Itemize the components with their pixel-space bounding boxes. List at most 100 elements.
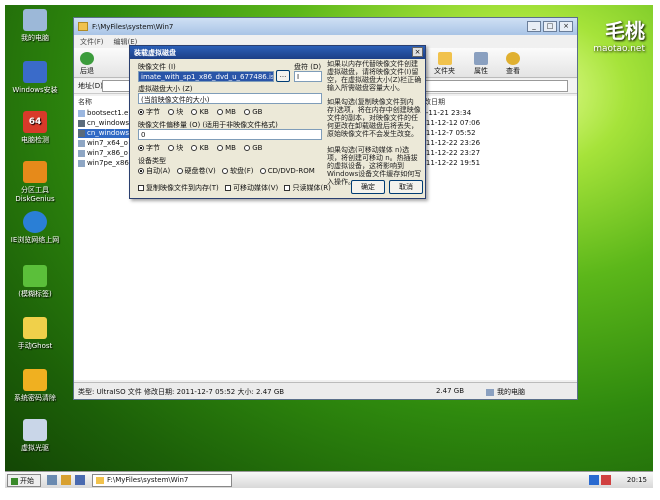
unit-mb[interactable]: MB (217, 108, 236, 116)
file-row[interactable]: win7_x86_o (78, 149, 128, 158)
file-row[interactable]: win7pe_x86 (78, 159, 129, 168)
status-location: 我的电脑 (486, 387, 525, 397)
watermark-brand: 毛桃 (605, 19, 645, 43)
desktop: 毛桃 maotao.net 我的电脑 Windows安装 64 电脑检测 分区工… (5, 5, 653, 488)
quicklaunch-icon[interactable] (61, 475, 71, 485)
ghost-icon (23, 317, 47, 339)
quicklaunch-icon[interactable] (47, 475, 57, 485)
file-row[interactable]: bootsect1.e (78, 109, 128, 118)
help-text-memory: 如果以内存代替映像文件创建虚拟磁盘，请将映像文件(I)留空，在虚拟磁盘大小(Z)… (327, 60, 422, 92)
iso-icon (78, 129, 85, 137)
taskbar: 开始 F:\MyFiles\system\Win7 20:15 (5, 471, 653, 488)
offset-unit-bytes[interactable]: 字节 (138, 144, 160, 152)
devtype-auto[interactable]: 自动(A) (138, 167, 170, 175)
check-64-icon: 64 (23, 111, 47, 133)
offset-unit-mb[interactable]: MB (217, 144, 236, 152)
explorer-title: F:\MyFiles\system\Win7 (92, 22, 174, 31)
windows-install-icon (23, 61, 47, 83)
unit-kb[interactable]: KB (191, 108, 209, 116)
copy-to-memory-checkbox[interactable]: 复制映像文件到内存(T) (138, 184, 219, 192)
virtual-drive-icon (23, 419, 47, 441)
file-row[interactable]: cn_windows (78, 119, 129, 128)
view-icon (506, 52, 520, 65)
file-date: 2011-12-12 07:06 (417, 119, 481, 127)
browse-button[interactable]: ... (276, 70, 290, 82)
desktop-icon-ghost-manual[interactable]: 手动Ghost (7, 317, 63, 351)
drive-letter-select[interactable]: I (294, 71, 322, 82)
view-button[interactable]: 查看 (506, 52, 520, 76)
device-type-options: 自动(A) 硬盘卷(V) 软盘(F) CD/DVD-ROM (138, 166, 315, 176)
column-header-name[interactable]: 名称 (78, 97, 92, 106)
dialog-options: 复制映像文件到内存(T) 可移动媒体(V) 只读媒体(R) (138, 183, 331, 193)
key-icon (23, 369, 47, 391)
explorer-titlebar[interactable]: F:\MyFiles\system\Win7 _ □ × (74, 18, 577, 35)
minimize-button[interactable]: _ (527, 21, 541, 32)
file-date: 2011-12-22 19:51 (417, 159, 481, 167)
folder-icon (78, 22, 88, 31)
maximize-button[interactable]: □ (543, 21, 557, 32)
properties-icon (474, 52, 488, 65)
tray-icon[interactable] (601, 475, 611, 485)
status-size: 2.47 GB (436, 387, 465, 395)
desktop-icon-network-browser[interactable]: IE浏览网络上网 (7, 211, 63, 245)
image-file-input[interactable]: imate_with_sp1_x86_dvd_u_677486.iso (138, 71, 274, 82)
tray-icon[interactable] (589, 475, 599, 485)
devtype-hdd[interactable]: 硬盘卷(V) (176, 167, 216, 175)
disk-size-input[interactable]: (当前映像文件的大小) (138, 93, 322, 104)
unit-bytes[interactable]: 字节 (138, 108, 160, 116)
my-computer-icon (23, 9, 47, 31)
desktop-icon-onekey-restore[interactable]: (模糊标签) (7, 265, 63, 299)
folders-button[interactable]: 文件夹 (434, 52, 455, 76)
onekey-restore-icon (23, 265, 47, 287)
properties-button[interactable]: 属性 (474, 52, 488, 76)
offset-unit-options: 字节 块 KB MB GB (138, 143, 262, 153)
file-row-selected[interactable]: cn_windows (78, 129, 129, 138)
back-button[interactable]: 后退 (80, 52, 94, 76)
start-button[interactable]: 开始 (7, 474, 41, 487)
folders-icon (437, 52, 452, 65)
offset-unit-gb[interactable]: GB (244, 144, 262, 152)
unit-blocks[interactable]: 块 (168, 108, 183, 116)
dialog-titlebar[interactable]: 装载虚拟磁盘 × (130, 46, 425, 59)
taskbar-explorer-item[interactable]: F:\MyFiles\system\Win7 (92, 474, 232, 487)
devtype-floppy[interactable]: 软盘(F) (222, 167, 254, 175)
desktop-icon-password-clear[interactable]: 系统密码清除 (7, 369, 63, 403)
back-arrow-icon (80, 52, 94, 65)
quicklaunch-icon[interactable] (75, 475, 85, 485)
watermark-site: maotao.net (593, 44, 645, 54)
mount-virtual-disk-dialog: 装载虚拟磁盘 × 映像文件 (I) imate_with_sp1_x86_dvd… (129, 45, 426, 199)
desktop-icon-windows-install[interactable]: Windows安装 (7, 61, 63, 95)
removable-media-checkbox[interactable]: 可移动媒体(V) (224, 184, 278, 192)
disc-icon (78, 149, 85, 157)
file-icon (78, 109, 85, 117)
clock: 20:15 (626, 476, 647, 484)
file-date: 2011-12-22 23:27 (417, 149, 481, 157)
desktop-icon-virtual-drive[interactable]: 虚拟光驱 (7, 419, 63, 453)
iso-icon (78, 119, 85, 127)
offset-unit-blocks[interactable]: 块 (168, 144, 183, 152)
dialog-close-button[interactable]: × (412, 47, 423, 57)
dialog-title: 装载虚拟磁盘 (134, 49, 176, 57)
devtype-cdrom[interactable]: CD/DVD-ROM (259, 167, 315, 175)
network-browser-icon (23, 211, 47, 233)
device-type-label: 设备类型 (138, 157, 166, 165)
offset-input[interactable]: 0 (138, 129, 322, 140)
offset-unit-kb[interactable]: KB (191, 144, 209, 152)
readonly-media-checkbox[interactable]: 只读媒体(R) (284, 184, 331, 192)
menu-file[interactable]: 文件(F) (80, 37, 104, 46)
disc-icon (78, 159, 85, 167)
file-row[interactable]: win7_x64_o (78, 139, 128, 148)
file-date: 2011-12-22 23:26 (417, 139, 481, 147)
desktop-icon-check-64[interactable]: 64 电脑检测 (7, 111, 63, 145)
desktop-icon-my-computer[interactable]: 我的电脑 (7, 9, 63, 43)
windows-logo-icon (11, 477, 18, 485)
desktop-icon-diskgenius[interactable]: 分区工具 DiskGenius (7, 161, 63, 203)
help-text-copy: 如果勾选(复制映像文件到内存)选项，将在内存中创建映像文件的副本，对映像文件的任… (327, 98, 421, 138)
help-text-removable: 如果勾选(可移动媒体 n)选项，将创建可移动 n。热插拔的虚拟设备，这将影响到W… (327, 146, 422, 186)
status-text: 类型: UltraISO 文件 修改日期: 2011-12-7 05:52 大小… (78, 388, 285, 396)
computer-icon (486, 388, 494, 396)
close-button[interactable]: × (559, 21, 573, 32)
diskgenius-icon (23, 161, 47, 183)
watermark-logo: 毛桃 maotao.net (593, 15, 645, 54)
unit-gb[interactable]: GB (244, 108, 262, 116)
